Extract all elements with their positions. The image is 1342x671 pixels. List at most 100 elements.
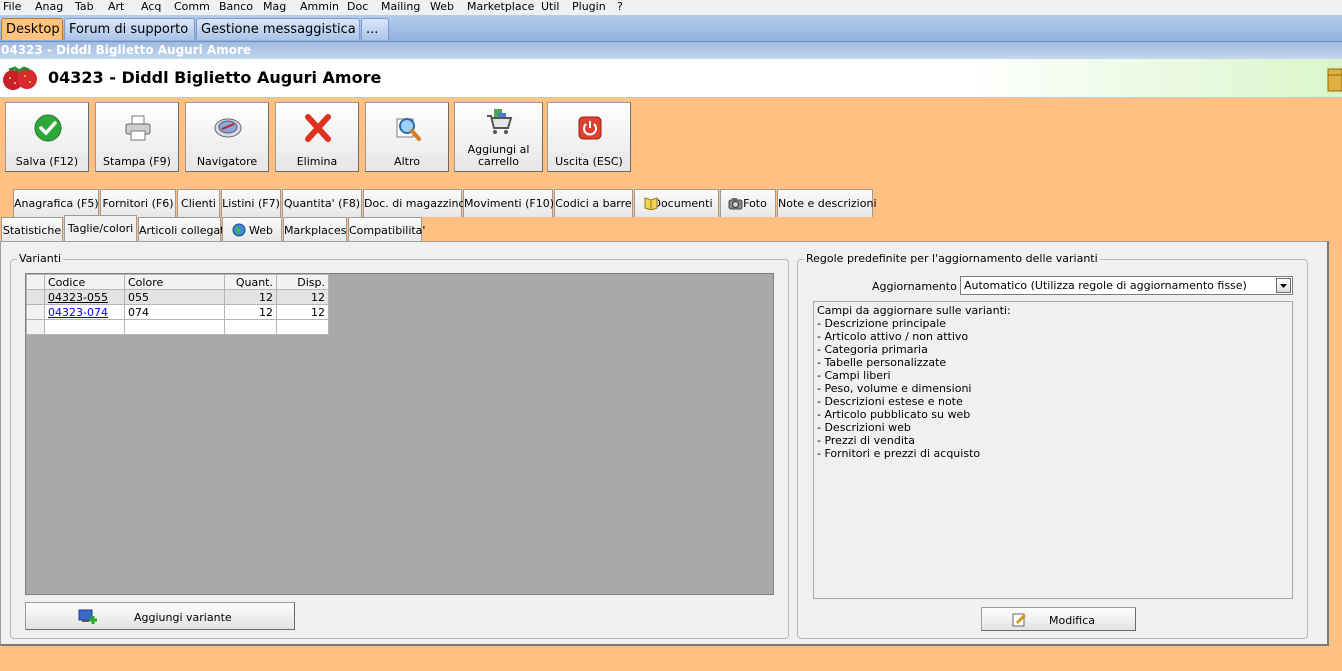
navigator-button[interactable]: Navigatore bbox=[185, 102, 269, 172]
checkmark-icon bbox=[34, 114, 62, 142]
add-to-cart-label: Aggiungi al carrello bbox=[455, 144, 542, 168]
empty-cell[interactable] bbox=[224, 319, 277, 335]
edit-button[interactable]: Modifica bbox=[981, 607, 1136, 631]
power-icon bbox=[578, 116, 602, 140]
column-header-disp[interactable]: Disp. bbox=[276, 274, 329, 290]
menu-mailing[interactable]: Mailing bbox=[381, 0, 420, 13]
table-header-row: Codice Colore Quant. Disp. bbox=[26, 274, 329, 290]
tab-fornitori[interactable]: Fornitori (F6) bbox=[100, 189, 176, 217]
update-mode-value: Automatico (Utilizza regole di aggiornam… bbox=[964, 279, 1247, 292]
variant-disp-cell: 12 bbox=[276, 304, 329, 320]
tab-quantita[interactable]: Quantita' (F8) bbox=[282, 189, 362, 217]
other-label: Altro bbox=[394, 155, 420, 168]
other-button[interactable]: Altro bbox=[365, 102, 449, 172]
menu-art[interactable]: Art bbox=[108, 0, 124, 13]
menu-tab[interactable]: Tab bbox=[75, 0, 94, 13]
list-item: - Tabelle personalizzate bbox=[817, 356, 947, 369]
update-mode-select[interactable]: Automatico (Utilizza regole di aggiornam… bbox=[960, 276, 1293, 295]
tab-anagrafica[interactable]: Anagrafica (F5) bbox=[13, 189, 99, 217]
tab-articoli-collegati[interactable]: Articoli collegati bbox=[138, 217, 228, 242]
menu-acq[interactable]: Acq bbox=[141, 0, 161, 13]
tab-clienti[interactable]: Clienti bbox=[177, 189, 220, 217]
list-item: - Articolo attivo / non attivo bbox=[817, 330, 969, 343]
list-item: - Prezzi di vendita bbox=[817, 434, 915, 447]
menu-help[interactable]: ? bbox=[617, 0, 623, 13]
cart-icon bbox=[487, 109, 513, 134]
fields-to-update-list: Campi da aggiornare sulle varianti: - De… bbox=[813, 301, 1293, 599]
empty-cell[interactable] bbox=[276, 319, 329, 335]
menu-anag[interactable]: Anag bbox=[35, 0, 63, 13]
empty-cell[interactable] bbox=[124, 319, 225, 335]
tab-doc-magazzino[interactable]: Doc. di magazzino bbox=[363, 189, 465, 217]
variant-code-cell[interactable]: 04323-074 bbox=[44, 304, 125, 320]
exit-button[interactable]: Uscita (ESC) bbox=[547, 102, 631, 172]
tab-foto[interactable]: Foto bbox=[720, 189, 776, 217]
strawberry-icon bbox=[3, 66, 37, 90]
variant-code-link[interactable]: 04323-055 bbox=[48, 291, 108, 304]
list-item: - Peso, volume e dimensioni bbox=[817, 382, 972, 395]
variant-code-link[interactable]: 04323-074 bbox=[48, 306, 108, 319]
table-row[interactable]: 04323-055 055 12 12 bbox=[26, 289, 329, 305]
menu-marketplace[interactable]: Marketplace bbox=[467, 0, 534, 13]
variant-disp-cell: 12 bbox=[276, 289, 329, 305]
chevron-down-icon[interactable] bbox=[1276, 278, 1291, 293]
print-button[interactable]: Stampa (F9) bbox=[95, 102, 179, 172]
print-label: Stampa (F9) bbox=[103, 155, 171, 168]
tab-markplaces[interactable]: Markplaces bbox=[283, 217, 347, 242]
book-icon bbox=[644, 197, 658, 210]
menu-file[interactable]: File bbox=[3, 0, 21, 13]
save-label: Salva (F12) bbox=[15, 155, 79, 168]
add-variant-button[interactable]: Aggiungi variante bbox=[25, 602, 295, 630]
row-selector[interactable] bbox=[26, 289, 45, 305]
tab-movimenti[interactable]: Movimenti (F10) bbox=[463, 189, 554, 217]
empty-cell[interactable] bbox=[44, 319, 125, 335]
delete-button[interactable]: Elimina bbox=[275, 102, 359, 172]
variant-qty-cell: 12 bbox=[224, 289, 277, 305]
tab-compatibilita[interactable]: Compatibilita' bbox=[348, 217, 425, 242]
table-row-empty[interactable] bbox=[26, 319, 329, 335]
variant-code-cell[interactable]: 04323-055 bbox=[44, 289, 125, 305]
window-tab-more[interactable]: ... bbox=[361, 18, 389, 40]
tab-note-descrizioni[interactable]: Note e descrizioni bbox=[777, 189, 877, 217]
menu-comm[interactable]: Comm bbox=[174, 0, 210, 13]
list-item: - Categoria primaria bbox=[817, 343, 928, 356]
window-tab-forum[interactable]: Forum di supporto bbox=[64, 18, 195, 40]
window-tab-desktop[interactable]: Desktop bbox=[1, 18, 63, 40]
tab-taglie-colori[interactable]: Taglie/colori bbox=[64, 215, 137, 242]
camera-icon bbox=[728, 198, 743, 210]
column-header-colore[interactable]: Colore bbox=[124, 274, 225, 290]
tab-web[interactable]: Web bbox=[222, 217, 282, 242]
menu-plugin[interactable]: Plugin bbox=[572, 0, 606, 13]
variants-grid[interactable]: Codice Colore Quant. Disp. 04323-055 055… bbox=[25, 273, 774, 595]
column-header-codice[interactable]: Codice bbox=[44, 274, 125, 290]
row-selector[interactable] bbox=[26, 304, 45, 320]
window-tab-messaggistica[interactable]: Gestione messaggistica bbox=[196, 18, 360, 40]
table-row[interactable]: 04323-074 074 12 12 bbox=[26, 304, 329, 320]
menu-bar: File Anag Tab Art Acq Comm Banco Mag Amm… bbox=[0, 0, 1342, 15]
item-header: 04323 - Diddl Biglietto Auguri Amore bbox=[0, 59, 1342, 98]
tab-documenti[interactable]: Documenti bbox=[634, 189, 719, 217]
tab-foto-label: Foto bbox=[743, 197, 767, 210]
column-header-quant[interactable]: Quant. bbox=[224, 274, 277, 290]
add-to-cart-label-line2: carrello bbox=[477, 155, 519, 168]
tab-listini[interactable]: Listini (F7) bbox=[221, 189, 281, 217]
box-icon bbox=[1327, 68, 1342, 92]
rules-group-title: Regole predefinite per l'aggiornamento d… bbox=[804, 252, 1100, 265]
list-item: - Fornitori e prezzi di acquisto bbox=[817, 447, 981, 460]
row-selector[interactable] bbox=[26, 319, 45, 335]
list-item: - Descrizioni estese e note bbox=[817, 395, 963, 408]
tab-statistiche[interactable]: Statistiche bbox=[1, 217, 63, 242]
save-button[interactable]: Salva (F12) bbox=[5, 102, 89, 172]
menu-ammin[interactable]: Ammin bbox=[300, 0, 339, 13]
globe-icon bbox=[232, 223, 246, 237]
menu-doc[interactable]: Doc bbox=[347, 0, 368, 13]
menu-mag[interactable]: Mag bbox=[263, 0, 286, 13]
menu-util[interactable]: Util bbox=[541, 0, 559, 13]
list-item: - Descrizioni web bbox=[817, 421, 911, 434]
printer-icon bbox=[125, 115, 151, 141]
menu-web[interactable]: Web bbox=[430, 0, 454, 13]
menu-banco[interactable]: Banco bbox=[219, 0, 253, 13]
variants-table: Codice Colore Quant. Disp. 04323-055 055… bbox=[26, 274, 329, 335]
add-to-cart-button[interactable]: Aggiungi al carrello bbox=[454, 102, 543, 172]
tab-codici-barre[interactable]: Codici a barre bbox=[554, 189, 633, 217]
